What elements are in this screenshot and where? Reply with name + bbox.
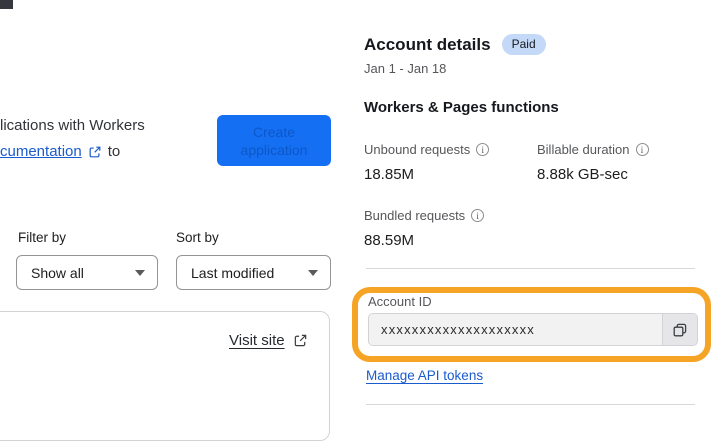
paid-badge: Paid: [501, 34, 546, 55]
filter-by-label: Filter by: [18, 230, 67, 245]
stat-label: Bundled requests: [364, 208, 466, 223]
divider: [366, 268, 695, 269]
divider: [366, 404, 695, 405]
info-icon[interactable]: [476, 143, 490, 156]
account-id-field-group: [368, 313, 698, 346]
date-range: Jan 1 - Jan 18: [364, 61, 447, 76]
stat-label: Billable duration: [537, 142, 630, 157]
stat-value: 8.88k GB-sec: [537, 166, 628, 183]
external-link-icon: [88, 145, 102, 159]
project-card: [0, 311, 330, 441]
stat-billable-duration: Billable duration 8.88k GB-sec: [537, 142, 649, 183]
manage-api-tokens-link[interactable]: Manage API tokens: [366, 368, 483, 383]
stat-label: Unbound requests: [364, 142, 471, 157]
external-link-icon: [293, 333, 308, 348]
section-title: Workers & Pages functions: [364, 99, 559, 116]
intro-text-line1: lications with Workers: [0, 117, 145, 134]
info-icon[interactable]: [471, 209, 485, 222]
visit-site-link[interactable]: Visit site: [229, 332, 285, 349]
create-application-button[interactable]: Create application: [217, 115, 331, 166]
copy-button[interactable]: [662, 314, 697, 345]
account-id-label: Account ID: [368, 294, 432, 309]
intro-text-suffix: to: [107, 143, 121, 160]
sort-select-value: Last modified: [191, 264, 275, 281]
page-title: Account details: [364, 34, 491, 54]
visit-site-row: Visit site: [229, 332, 308, 349]
filter-select[interactable]: Show all: [16, 255, 158, 290]
chevron-down-icon: [135, 269, 145, 276]
account-id-input[interactable]: [369, 314, 662, 345]
info-icon[interactable]: [635, 143, 649, 156]
clipped-ui-fragment: [0, 0, 13, 9]
manage-api-tokens-wrap: Manage API tokens: [366, 367, 483, 385]
documentation-link[interactable]: cumentation: [0, 143, 82, 160]
stat-value: 18.85M: [364, 166, 415, 183]
account-details-header: Account details Paid: [364, 34, 546, 55]
stat-unbound-requests: Unbound requests 18.85M: [364, 142, 490, 183]
stat-value: 88.59M: [364, 232, 415, 249]
intro-text-line2: cumentation to: [0, 143, 120, 160]
sort-by-label: Sort by: [176, 230, 219, 245]
chevron-down-icon: [308, 269, 318, 276]
copy-icon: [672, 322, 688, 338]
stat-bundled-requests: Bundled requests 88.59M: [364, 208, 485, 249]
filter-select-value: Show all: [31, 264, 84, 281]
sort-select[interactable]: Last modified: [176, 255, 331, 290]
